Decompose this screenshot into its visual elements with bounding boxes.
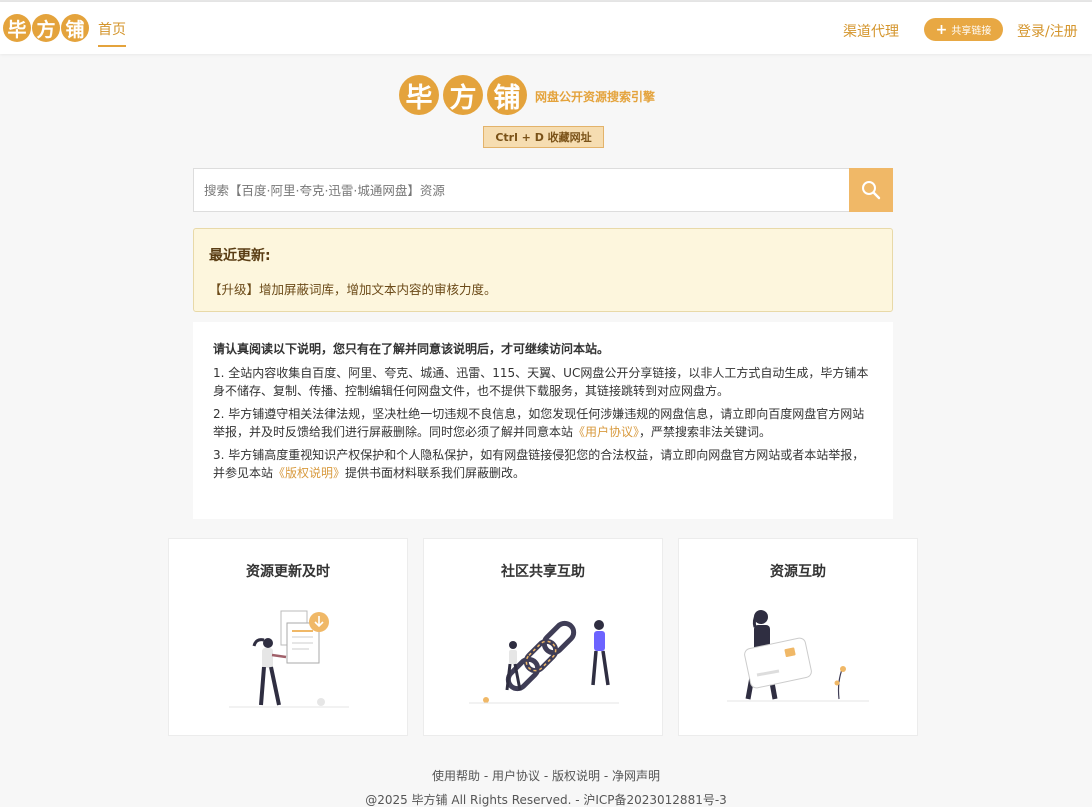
share-link-label: 共享链接 — [951, 26, 992, 37]
search-button[interactable] — [849, 168, 893, 212]
footer-copyright: @2025 毕方铺 All Rights Reserved. - 沪ICP备20… — [365, 793, 727, 807]
footer-link-help[interactable]: 使用帮助 — [432, 769, 480, 783]
brand-logo-char: 铺 — [487, 75, 527, 115]
plus-icon: + — [935, 21, 948, 38]
brand-logo-char: 方 — [443, 75, 483, 115]
nav-home-link[interactable]: 首页 — [98, 19, 126, 47]
search-bar — [193, 168, 893, 212]
copyright-notice-link[interactable]: 《版权说明》 — [273, 466, 345, 480]
search-input[interactable] — [194, 169, 850, 211]
timely-update-illustration — [229, 610, 349, 708]
notice-lead: 请认真阅读以下说明，您只有在了解并同意该说明后，才可继续访问本站。 — [213, 342, 610, 356]
logo-char: 方 — [32, 14, 60, 42]
feature-card-updates: 资源更新及时 — [168, 538, 408, 736]
recent-updates-text: 【升级】增加屏蔽词库，增加文本内容的审核力度。 — [209, 282, 497, 297]
recent-updates-panel: 最近更新: 【升级】增加屏蔽词库，增加文本内容的审核力度。 — [193, 228, 893, 312]
feature-card-title: 社区共享互助 — [501, 564, 585, 580]
search-icon — [862, 181, 881, 200]
footer-separator: - — [480, 769, 492, 783]
brand-logo-char: 毕 — [399, 75, 439, 115]
footer-links: 使用帮助 - 用户协议 - 版权说明 - 净网声明 — [0, 767, 1092, 784]
footer-link-user-agreement[interactable]: 用户协议 — [492, 769, 540, 783]
site-logo[interactable]: 毕 方 铺 — [3, 14, 89, 42]
notice-paragraph-2: 2. 毕方铺遵守相关法律法规，坚决杜绝一切违规不良信息，如您发现任何涉嫌违规的网… — [213, 405, 873, 441]
notice-paragraph-3: 3. 毕方铺高度重视知识产权保护和个人隐私保护，如有网盘链接侵犯您的合法权益，请… — [213, 446, 873, 482]
notice-text: ，严禁搜索非法关键词。 — [639, 425, 772, 439]
footer-separator: - — [540, 769, 552, 783]
feature-card-mutual: 资源互助 — [678, 538, 918, 736]
feature-card-title: 资源互助 — [770, 564, 826, 580]
footer-link-clean-net[interactable]: 净网声明 — [612, 769, 660, 783]
notice-paragraph-1: 1. 全站内容收集自百度、阿里、夸克、城通、迅雷、115、天翼、UC网盘公开分享… — [213, 366, 869, 398]
footer-separator: - — [600, 769, 612, 783]
share-link-button[interactable]: + 共享链接 — [924, 18, 1003, 41]
recent-updates-title: 最近更新: — [209, 248, 271, 264]
community-illustration — [469, 620, 619, 704]
user-agreement-link[interactable]: 《用户协议》 — [573, 425, 639, 439]
bookmark-hint-badge: Ctrl + D 收藏网址 — [483, 126, 604, 148]
nav-agent-link[interactable]: 渠道代理 — [843, 21, 899, 41]
logo-char: 铺 — [61, 14, 89, 42]
notice-text: 提供书面材料联系我们屏蔽删改。 — [345, 466, 526, 480]
mutual-help-illustration — [727, 610, 869, 702]
top-header: 毕 方 铺 首页 渠道代理 + 共享链接 登录/注册 — [0, 2, 1092, 54]
brand-logo: 毕 方 铺 网盘公开资源搜索引擎 — [399, 75, 655, 115]
logo-char: 毕 — [3, 14, 31, 42]
footer-link-copyright[interactable]: 版权说明 — [552, 769, 600, 783]
feature-card-community: 社区共享互助 — [423, 538, 663, 736]
feature-card-title: 资源更新及时 — [246, 564, 330, 580]
brand-subtitle: 网盘公开资源搜索引擎 — [535, 89, 656, 104]
notice-panel: 请认真阅读以下说明，您只有在了解并同意该说明后，才可继续访问本站。 1. 全站内… — [193, 322, 893, 519]
login-register-link[interactable]: 登录/注册 — [1017, 21, 1078, 41]
